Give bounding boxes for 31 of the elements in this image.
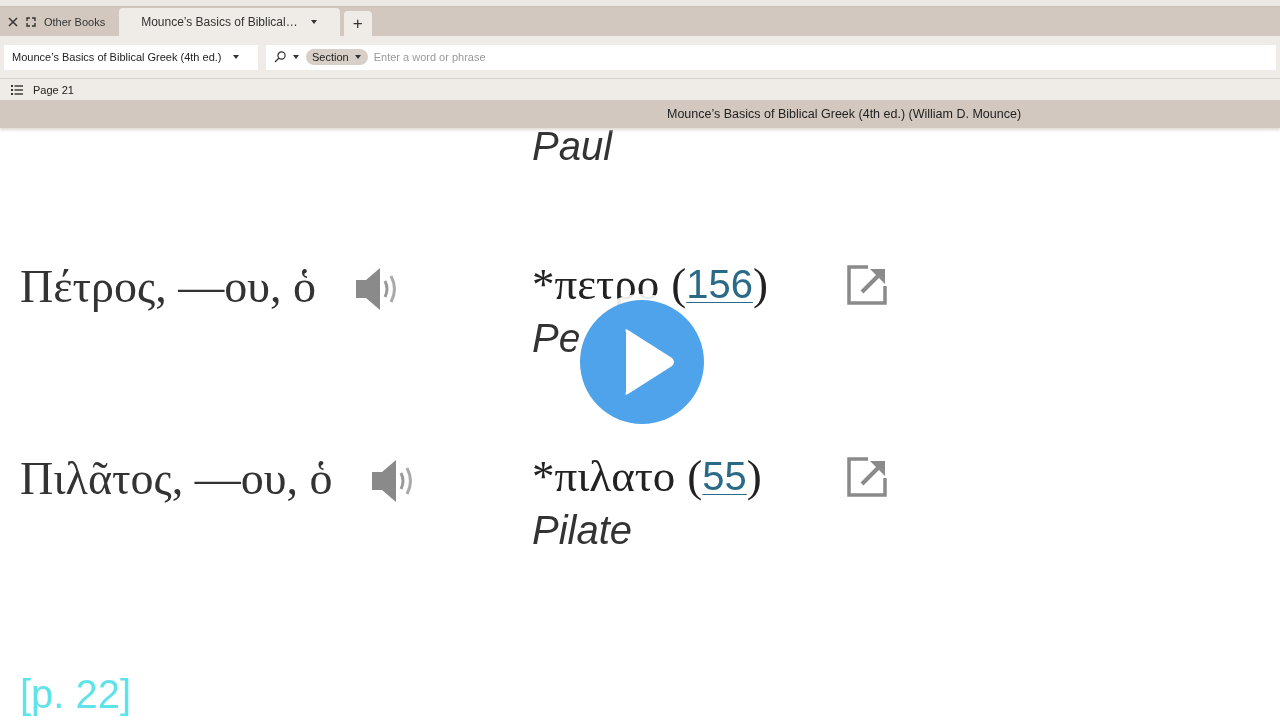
resource-selector[interactable]: Mounce’s Basics of Biblical Greek (4th ed.) [4,44,258,70]
english-gloss: Pilate [532,507,634,554]
caret-icon[interactable] [309,19,318,25]
parenthesis: ) [746,450,762,503]
english-gloss: Paul [532,123,614,170]
search-field[interactable]: Enter a word or phrase [373,44,1276,70]
greek-headword: Πέτρος, —ου, ὁ [20,260,316,314]
frequency-link[interactable]: 55 [702,448,747,504]
english-gloss: Pe [532,315,582,362]
caret-icon[interactable] [353,54,362,60]
parenthesis: ) [752,258,768,311]
tab-label[interactable]: Other Books [44,15,106,28]
parenthesis: ( [687,450,703,503]
page-location[interactable]: Page 21 [33,83,74,96]
parenthesis: ( [671,258,687,311]
scope-dropdown[interactable]: Section [306,49,368,65]
expand-icon[interactable] [26,16,36,27]
resource-title: Mounce’s Basics of Biblical Greek (4th ed.) (William D. Mounce) [667,107,1022,121]
caret-icon[interactable] [292,54,300,60]
tab[interactable]: Mounce’s Basics of Biblical… [119,8,340,36]
external-link-icon[interactable] [846,456,888,498]
caret-icon[interactable] [231,54,240,60]
close-icon[interactable] [8,16,18,27]
greek-headword: Πιλᾶτος, —ου, ὁ [20,452,333,506]
lexical-form: *πιλατο [532,450,676,503]
search-icon[interactable] [274,51,286,63]
list-icon[interactable] [11,84,23,95]
new-tab-button[interactable]: + [343,11,372,36]
external-link-icon[interactable] [846,264,888,306]
frequency-link[interactable]: 156 [686,256,753,312]
lexical-form: *πετρο [532,258,660,311]
